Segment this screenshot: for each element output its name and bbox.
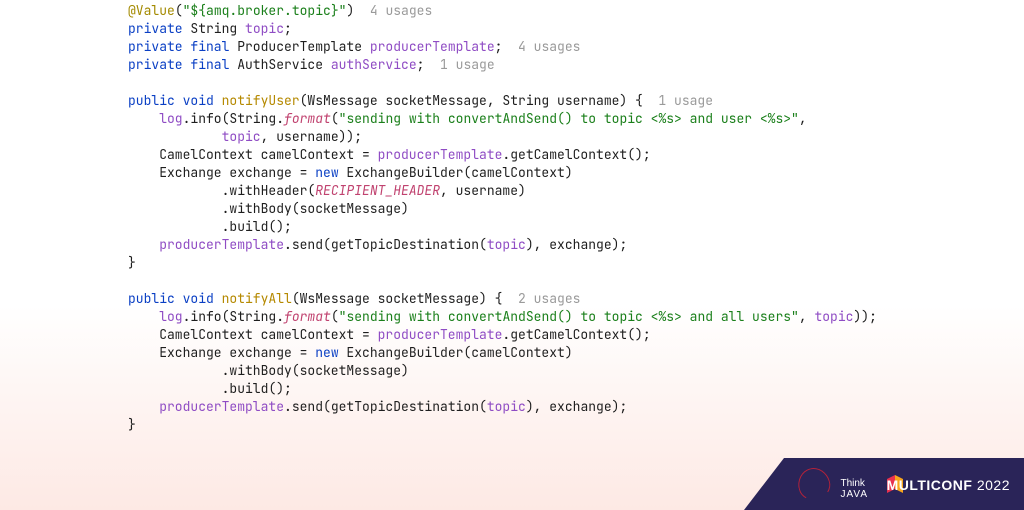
method-name: notifyAll xyxy=(222,290,292,307)
thinkjava-logo: Think JAVA xyxy=(840,478,868,500)
code-editor[interactable]: @Value("${amq.broker.topic}") 4 usages p… xyxy=(0,0,1024,510)
usage-hint: 4 usages xyxy=(502,38,580,55)
conference-name: MULTICONF 2022 xyxy=(887,476,1010,494)
usage-hint: 4 usages xyxy=(354,2,432,19)
code-block: @Value("${amq.broker.topic}") 4 usages p… xyxy=(128,2,1024,434)
annotation: @Value xyxy=(128,2,175,19)
usage-hint: 2 usages xyxy=(502,290,580,307)
usage-hint: 1 usage xyxy=(424,56,494,73)
method-name: notifyUser xyxy=(222,92,300,109)
conference-banner: Think JAVA MULTICONF 2022 xyxy=(744,458,1024,510)
usage-hint: 1 usage xyxy=(643,92,713,109)
